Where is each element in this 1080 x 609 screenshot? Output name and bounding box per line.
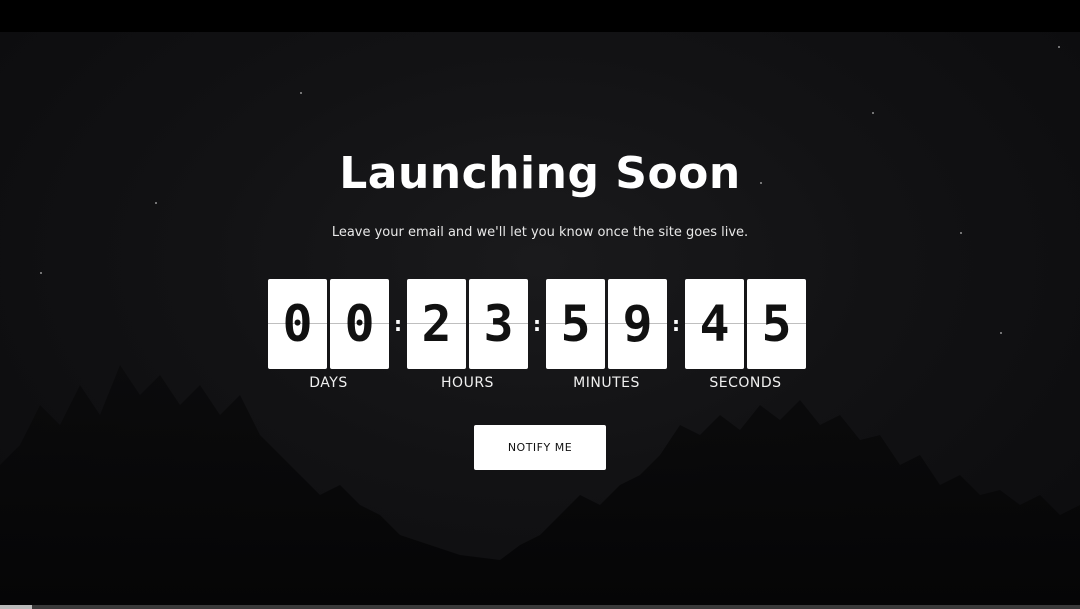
- countdown-minutes: 5 9 MINUTES: [546, 279, 667, 391]
- countdown-seconds: 4 5 SECONDS: [685, 279, 806, 391]
- page-subtitle: Leave your email and we'll let you know …: [331, 225, 749, 240]
- hours-label: HOURS: [441, 375, 494, 391]
- days-digit-2: 0: [330, 279, 389, 369]
- minutes-digit-2: 9: [608, 279, 667, 369]
- page-title: Launching Soon: [339, 148, 741, 199]
- seconds-label: SECONDS: [709, 375, 782, 391]
- seconds-digit-2: 5: [747, 279, 806, 369]
- video-progress-bar[interactable]: [0, 605, 1080, 609]
- countdown-days: 0 0 DAYS: [268, 279, 389, 391]
- notify-me-button[interactable]: NOTIFY ME: [474, 425, 606, 470]
- minutes-digit-1: 5: [546, 279, 605, 369]
- top-letterbox-bar: [0, 0, 1080, 32]
- video-progress-fill: [0, 605, 33, 609]
- days-label: DAYS: [309, 375, 348, 391]
- days-digit-1: 0: [268, 279, 327, 369]
- countdown-timer: 0 0 DAYS : 2 3 HOURS : 5 9 MINUTES : 4 5…: [268, 279, 806, 391]
- hours-digit-1: 2: [407, 279, 466, 369]
- minutes-label: MINUTES: [573, 375, 640, 391]
- hours-digit-2: 3: [469, 279, 528, 369]
- separator-colon: :: [394, 312, 402, 336]
- countdown-hours: 2 3 HOURS: [407, 279, 528, 391]
- separator-colon: :: [672, 312, 680, 336]
- seconds-digit-1: 4: [685, 279, 744, 369]
- separator-colon: :: [533, 312, 541, 336]
